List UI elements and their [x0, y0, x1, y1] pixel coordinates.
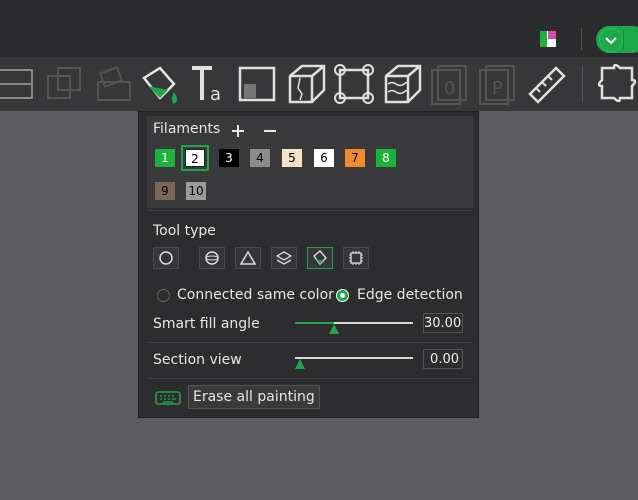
title-bar	[0, 0, 638, 56]
fill-bucket-tool-icon[interactable]	[307, 247, 333, 269]
object-zero-icon[interactable]: 0	[430, 64, 472, 106]
account-dropdown-button[interactable]	[596, 26, 638, 53]
filaments-title: Filaments	[153, 121, 221, 137]
sphere-tool-icon[interactable]	[199, 247, 225, 269]
assembly-puzzle-icon[interactable]	[598, 64, 638, 106]
filament-swatch-3[interactable]: 3	[219, 149, 239, 167]
ruler-icon[interactable]	[526, 64, 568, 106]
connected-same-color-radio[interactable]	[157, 289, 170, 302]
chevron-down-icon	[599, 28, 623, 52]
fuzzy-skin-icon[interactable]	[382, 64, 424, 106]
edge-detection-radio[interactable]	[336, 289, 349, 302]
filament-swatch-9[interactable]: 9	[155, 182, 175, 200]
connected-same-color-label[interactable]: Connected same color	[177, 287, 334, 303]
variable-layer-height-icon[interactable]	[238, 64, 278, 104]
filament-swatch-1[interactable]: 1	[155, 149, 175, 167]
filament-swatch-2[interactable]: 2	[181, 145, 209, 171]
filament-swatch-5[interactable]: 5	[282, 149, 302, 167]
filament-swatch-6[interactable]: 6	[314, 149, 334, 167]
triangle-tool-icon[interactable]	[235, 247, 261, 269]
edge-detection-label[interactable]: Edge detection	[357, 287, 463, 303]
text-tool-icon[interactable]: a	[190, 64, 230, 104]
split-objects-icon[interactable]	[44, 64, 84, 104]
layers-tool-icon[interactable]	[271, 247, 297, 269]
filament-swatch-10[interactable]: 10	[186, 182, 206, 200]
section-view-slider[interactable]	[295, 351, 415, 373]
smart-fill-angle-slider[interactable]	[295, 316, 415, 338]
minus-icon[interactable]	[263, 123, 277, 137]
svg-text:0: 0	[444, 78, 455, 99]
svg-text:a: a	[210, 84, 221, 104]
plane-cut-icon[interactable]	[0, 64, 36, 102]
section-view-label: Section view	[153, 352, 242, 368]
seam-painting-icon[interactable]	[286, 64, 328, 106]
keyboard-icon[interactable]	[155, 390, 181, 406]
section-view-input[interactable]: 0.00	[423, 349, 463, 369]
svg-text:P: P	[492, 78, 503, 99]
object-plate-icon[interactable]: P	[478, 64, 520, 106]
app-logo-icon	[540, 31, 556, 47]
color-painting-icon[interactable]	[138, 64, 182, 108]
smart-fill-angle-input[interactable]: 30.00	[423, 313, 463, 333]
smart-fill-angle-label: Smart fill angle	[153, 316, 260, 332]
support-painting-icon[interactable]	[94, 64, 134, 104]
measure-assemble-icon[interactable]	[334, 64, 376, 106]
plus-icon[interactable]	[231, 123, 245, 137]
color-painting-panel: Filaments 1 2 3 4 5 6 7 8 9 10 Tool type Connecte…	[138, 111, 479, 418]
gap-fill-tool-icon[interactable]	[343, 247, 369, 269]
filament-swatch-8[interactable]: 8	[376, 149, 396, 167]
filament-swatch-7[interactable]: 7	[345, 149, 365, 167]
erase-all-painting-button[interactable]: Erase all painting	[188, 385, 320, 409]
tool-type-title: Tool type	[153, 223, 216, 239]
filament-swatch-4[interactable]: 4	[250, 149, 270, 167]
circle-tool-icon[interactable]	[153, 247, 179, 269]
